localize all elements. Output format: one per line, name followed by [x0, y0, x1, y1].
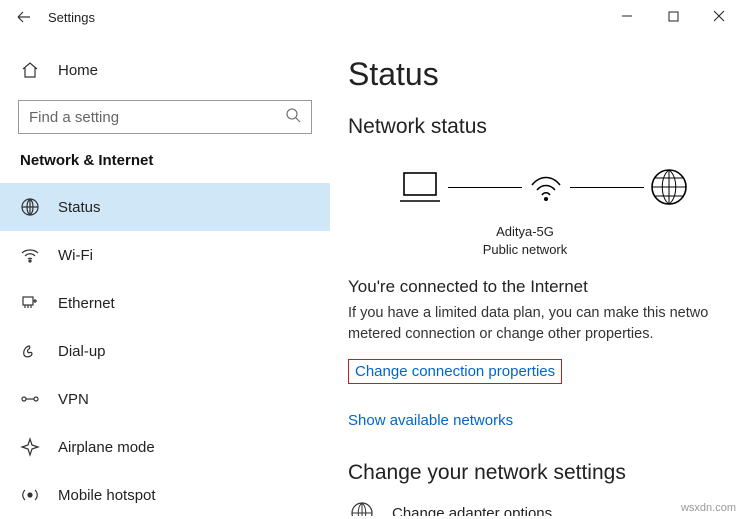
search-input[interactable]: Find a setting: [18, 100, 312, 134]
change-settings-heading: Change your network settings: [348, 461, 742, 485]
sidebar-item-label: Dial-up: [58, 343, 106, 360]
adapter-options-label: Change adapter options: [392, 505, 552, 516]
search-icon: [285, 107, 301, 127]
wifi-node-icon: [526, 167, 566, 207]
connected-description: If you have a limited data plan, you can…: [348, 303, 742, 345]
watermark: wsxdn.com: [681, 502, 736, 514]
sidebar-item-vpn[interactable]: VPN: [0, 375, 330, 423]
diagram-line: [448, 187, 522, 188]
content-pane: Status Network status Aditya-5G Public n…: [330, 34, 742, 516]
minimize-button[interactable]: [604, 0, 650, 32]
page-title: Status: [348, 56, 742, 93]
sidebar-item-label: Ethernet: [58, 295, 115, 312]
sidebar-section-header: Network & Internet: [0, 152, 330, 183]
sidebar-item-label: Status: [58, 199, 101, 216]
sidebar-item-label: Airplane mode: [58, 439, 155, 456]
sidebar-item-hotspot[interactable]: Mobile hotspot: [0, 471, 330, 519]
adapter-icon: [348, 499, 376, 516]
network-diagram: [396, 157, 742, 217]
vpn-icon: [20, 389, 40, 409]
laptop-icon: [396, 167, 444, 207]
network-status-heading: Network status: [348, 115, 742, 139]
sidebar-item-label: Wi-Fi: [58, 247, 93, 264]
close-button[interactable]: [696, 0, 742, 32]
sidebar-item-dialup[interactable]: Dial-up: [0, 327, 330, 375]
connection-name-group: Aditya-5G Public network: [330, 223, 742, 259]
connection-name: Aditya-5G: [330, 223, 742, 241]
sidebar-item-label: VPN: [58, 391, 89, 408]
sidebar-item-airplane[interactable]: Airplane mode: [0, 423, 330, 471]
sidebar-item-wifi[interactable]: Wi-Fi: [0, 231, 330, 279]
sidebar-item-ethernet[interactable]: Ethernet: [0, 279, 330, 327]
maximize-button[interactable]: [650, 0, 696, 32]
sidebar-home-label: Home: [58, 62, 98, 79]
hotspot-icon: [20, 485, 40, 505]
dialup-icon: [20, 341, 40, 361]
window-title: Settings: [48, 10, 95, 25]
status-icon: [20, 197, 40, 217]
home-icon: [20, 60, 40, 80]
sidebar-home[interactable]: Home: [0, 46, 330, 94]
window-caption-buttons: [604, 0, 742, 32]
globe-icon: [648, 166, 690, 208]
connected-heading: You're connected to the Internet: [348, 277, 742, 297]
titlebar: Settings: [0, 0, 742, 34]
connection-type: Public network: [330, 241, 742, 259]
search-placeholder: Find a setting: [29, 109, 119, 126]
show-available-networks-link[interactable]: Show available networks: [348, 412, 513, 429]
wifi-icon: [20, 245, 40, 265]
back-button[interactable]: [0, 0, 48, 34]
sidebar-item-status[interactable]: Status: [0, 183, 330, 231]
sidebar: Home Find a setting Network & Internet S…: [0, 34, 330, 516]
airplane-icon: [20, 437, 40, 457]
sidebar-item-label: Mobile hotspot: [58, 487, 156, 504]
ethernet-icon: [20, 293, 40, 313]
diagram-line: [570, 187, 644, 188]
change-connection-properties-link[interactable]: Change connection properties: [348, 359, 562, 384]
